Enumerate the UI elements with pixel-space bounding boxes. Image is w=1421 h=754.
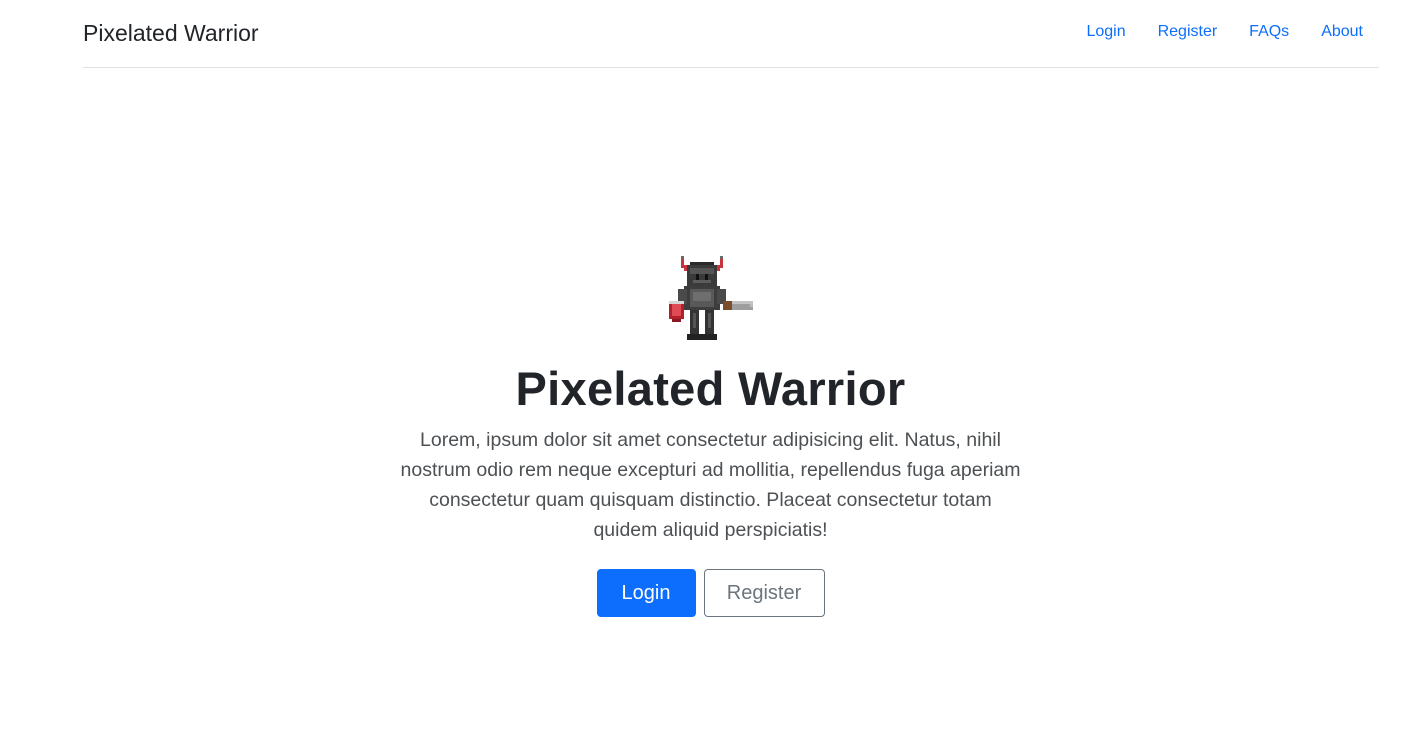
nav-faqs-link[interactable]: FAQs [1233,22,1305,42]
pixel-warrior-icon [668,256,753,340]
hero-button-row: Login Register [0,569,1421,617]
hero-lead-text: Lorem, ipsum dolor sit amet consectetur … [400,429,1021,541]
navbar: Pixelated Warrior Login Register FAQs Ab… [83,0,1379,68]
hero-title: Pixelated Warrior [515,362,906,415]
brand-link[interactable]: Pixelated Warrior [83,19,259,47]
nav-login-link[interactable]: Login [1070,22,1141,42]
nav-about-link[interactable]: About [1305,22,1379,42]
login-button[interactable]: Login [596,569,696,617]
nav-register-link[interactable]: Register [1142,22,1234,42]
hero-section: Pixelated Warrior Lorem, ipsum dolor sit… [0,255,1421,617]
register-button[interactable]: Register [703,569,825,617]
nav-links: Login Register FAQs About [1070,22,1379,42]
